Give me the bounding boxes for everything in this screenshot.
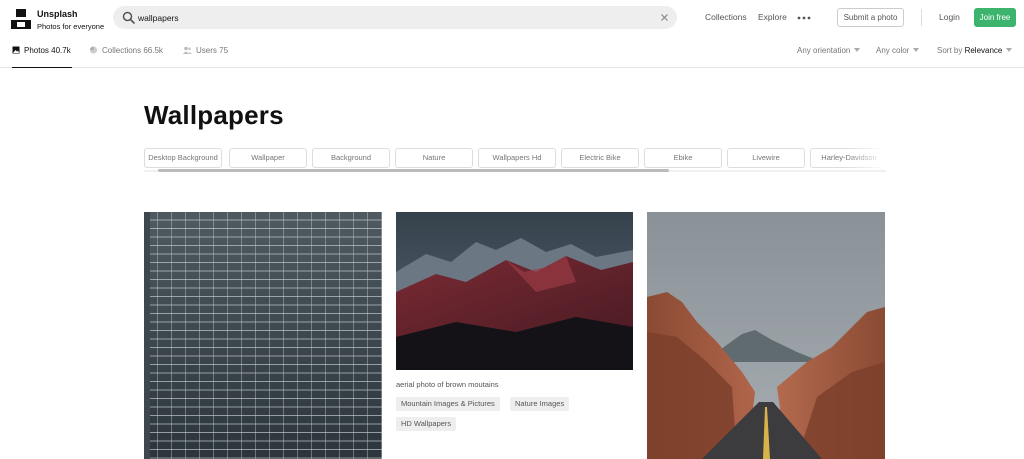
mountains-image — [396, 212, 633, 370]
photo-tag[interactable]: Nature Images — [510, 397, 570, 411]
photo-desert-road[interactable] — [647, 212, 885, 459]
chips-fade — [846, 148, 886, 170]
color-filter-label: Any color — [876, 46, 910, 55]
photo-building-facade[interactable] — [144, 212, 382, 459]
top-header: Unsplash Photos for everyone Collections… — [0, 0, 1024, 36]
related-chip[interactable]: Electric Bike — [561, 148, 639, 168]
tab-photos[interactable]: Photos 40.7k — [12, 46, 72, 68]
tab-users-label: Users 75 — [196, 46, 229, 55]
related-chip[interactable]: Ebike — [644, 148, 722, 168]
related-chip[interactable]: Desktop Background — [144, 148, 222, 168]
photo-brown-mountains[interactable] — [396, 212, 633, 370]
nav-explore-link[interactable]: Explore — [758, 12, 787, 22]
brand-name: Unsplash — [37, 9, 78, 19]
collections-icon — [90, 46, 97, 54]
photo-tag[interactable]: Mountain Images & Pictures — [396, 397, 500, 411]
tab-collections[interactable]: Collections 66.5k — [89, 46, 163, 68]
tab-photos-label: Photos 40.7k — [24, 46, 71, 55]
sort-filter-prefix: Sort by — [937, 46, 965, 55]
more-options-icon[interactable] — [797, 16, 811, 20]
nav-collections-link[interactable]: Collections — [705, 12, 747, 22]
related-chip[interactable]: Background — [312, 148, 390, 168]
unsplash-logo-icon[interactable] — [11, 9, 31, 29]
chevron-down-icon — [854, 48, 861, 52]
photo-tag[interactable]: HD Wallpapers — [396, 417, 457, 431]
image-icon — [12, 46, 20, 54]
orientation-filter[interactable]: Any orientation — [797, 46, 861, 55]
brand[interactable]: Unsplash Photos for everyone — [37, 9, 104, 32]
sort-filter[interactable]: Sort by Relevance — [937, 46, 1013, 55]
page-title: Wallpapers — [144, 100, 284, 130]
join-free-button[interactable]: Join free — [974, 8, 1016, 27]
chips-scrollbar-thumb[interactable] — [158, 169, 669, 172]
related-chip[interactable]: Wallpaper — [229, 148, 307, 168]
related-chip[interactable]: Livewire — [727, 148, 805, 168]
clear-search-icon[interactable] — [659, 12, 670, 23]
search-bar[interactable] — [113, 6, 677, 29]
color-filter[interactable]: Any color — [876, 46, 920, 55]
tab-users[interactable]: Users 75 — [183, 46, 228, 68]
brand-tagline: Photos for everyone — [37, 22, 105, 31]
tab-collections-label: Collections 66.5k — [102, 46, 163, 55]
header-divider — [921, 9, 922, 26]
related-chip[interactable]: Nature — [395, 148, 473, 168]
search-subnav: Photos 40.7k Collections 66.5k Users 75 … — [0, 36, 1024, 68]
search-icon[interactable] — [122, 11, 135, 24]
building-facade-image — [144, 212, 382, 459]
search-input[interactable] — [138, 8, 658, 27]
orientation-filter-label: Any orientation — [797, 46, 851, 55]
chevron-down-icon — [913, 48, 920, 52]
related-searches: Desktop Background Wallpaper Background … — [144, 148, 886, 170]
related-chip[interactable]: Wallpapers Hd — [478, 148, 556, 168]
desert-road-image — [647, 212, 885, 459]
submit-photo-button[interactable]: Submit a photo — [837, 8, 904, 27]
login-link[interactable]: Login — [939, 12, 960, 22]
sort-filter-value: Relevance — [964, 46, 1003, 55]
users-icon — [183, 46, 192, 54]
chevron-down-icon — [1006, 48, 1013, 52]
photo-caption[interactable]: aerial photo of brown moutains — [396, 380, 499, 389]
